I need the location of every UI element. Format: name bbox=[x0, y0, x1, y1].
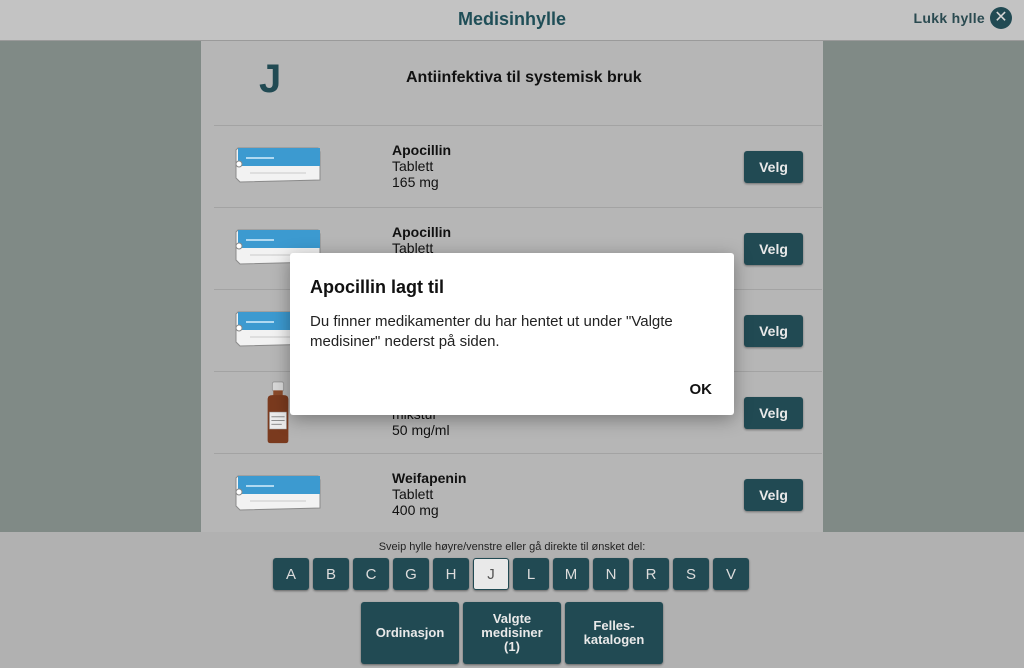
medicine-form: Tablett bbox=[392, 486, 434, 502]
close-shelf-button[interactable]: Lukk hylle ✕ bbox=[914, 7, 1012, 29]
medicine-dose: 50 mg/ml bbox=[392, 422, 450, 438]
pill-box-icon bbox=[235, 475, 321, 511]
medicine-form: Tablett bbox=[392, 158, 434, 174]
confirmation-dialog: Apocillin lagt til Du finner medikamente… bbox=[290, 253, 734, 415]
letter-button-s[interactable]: S bbox=[673, 558, 709, 590]
pill-box-icon bbox=[235, 147, 321, 183]
select-button[interactable]: Velg bbox=[744, 397, 803, 429]
list-item: Apocillin Tablett 165 mg Velg bbox=[214, 125, 822, 207]
action-buttons: Ordinasjon Valgte medisiner (1) Felles- … bbox=[361, 602, 663, 664]
shelf-letter: J bbox=[259, 57, 282, 101]
top-bar: Medisinhylle Lukk hylle ✕ bbox=[0, 0, 1024, 41]
letter-button-n[interactable]: N bbox=[593, 558, 629, 590]
felleskatalogen-button[interactable]: Felles- katalogen bbox=[565, 602, 663, 664]
close-icon: ✕ bbox=[990, 7, 1012, 29]
dialog-title: Apocillin lagt til bbox=[310, 277, 444, 297]
letter-button-c[interactable]: C bbox=[353, 558, 389, 590]
letter-button-m[interactable]: M bbox=[553, 558, 589, 590]
letter-button-h[interactable]: H bbox=[433, 558, 469, 590]
medicine-name: Weifapenin bbox=[392, 470, 467, 486]
letter-navigation: A B C G H J L M N R S V bbox=[273, 558, 749, 590]
letter-button-v[interactable]: V bbox=[713, 558, 749, 590]
letter-button-j[interactable]: J bbox=[473, 558, 509, 590]
selected-medicines-button[interactable]: Valgte medisiner (1) bbox=[463, 602, 561, 664]
ordinasjon-button[interactable]: Ordinasjon bbox=[361, 602, 459, 664]
group-title: Antiinfektiva til systemisk bruk bbox=[406, 69, 642, 86]
letter-button-l[interactable]: L bbox=[513, 558, 549, 590]
letter-button-b[interactable]: B bbox=[313, 558, 349, 590]
ok-button[interactable]: OK bbox=[690, 381, 713, 398]
medicine-name: Apocillin bbox=[392, 142, 452, 158]
dialog-message: Du finner medikamenter du har hentet ut … bbox=[310, 313, 673, 350]
medicine-dose: 400 mg bbox=[392, 502, 439, 518]
list-item: Weifapenin Tablett 400 mg Velg bbox=[214, 453, 822, 532]
navigation-hint: Sveip hylle høyre/venstre eller gå direk… bbox=[378, 541, 646, 553]
select-button[interactable]: Velg bbox=[744, 479, 803, 511]
letter-button-r[interactable]: R bbox=[633, 558, 669, 590]
medicine-name: Apocillin bbox=[392, 224, 452, 240]
select-button[interactable]: Velg bbox=[744, 315, 803, 347]
shelf-header: J Antiinfektiva til systemisk bruk bbox=[201, 41, 823, 125]
close-shelf-label: Lukk hylle bbox=[913, 10, 985, 26]
medicine-dose: 165 mg bbox=[392, 174, 439, 190]
bottom-panel: Sveip hylle høyre/venstre eller gå direk… bbox=[0, 532, 1024, 668]
select-button[interactable]: Velg bbox=[744, 233, 803, 265]
page-title: Medisinhylle bbox=[457, 9, 567, 29]
select-button[interactable]: Velg bbox=[744, 151, 803, 183]
letter-button-a[interactable]: A bbox=[273, 558, 309, 590]
letter-button-g[interactable]: G bbox=[393, 558, 429, 590]
